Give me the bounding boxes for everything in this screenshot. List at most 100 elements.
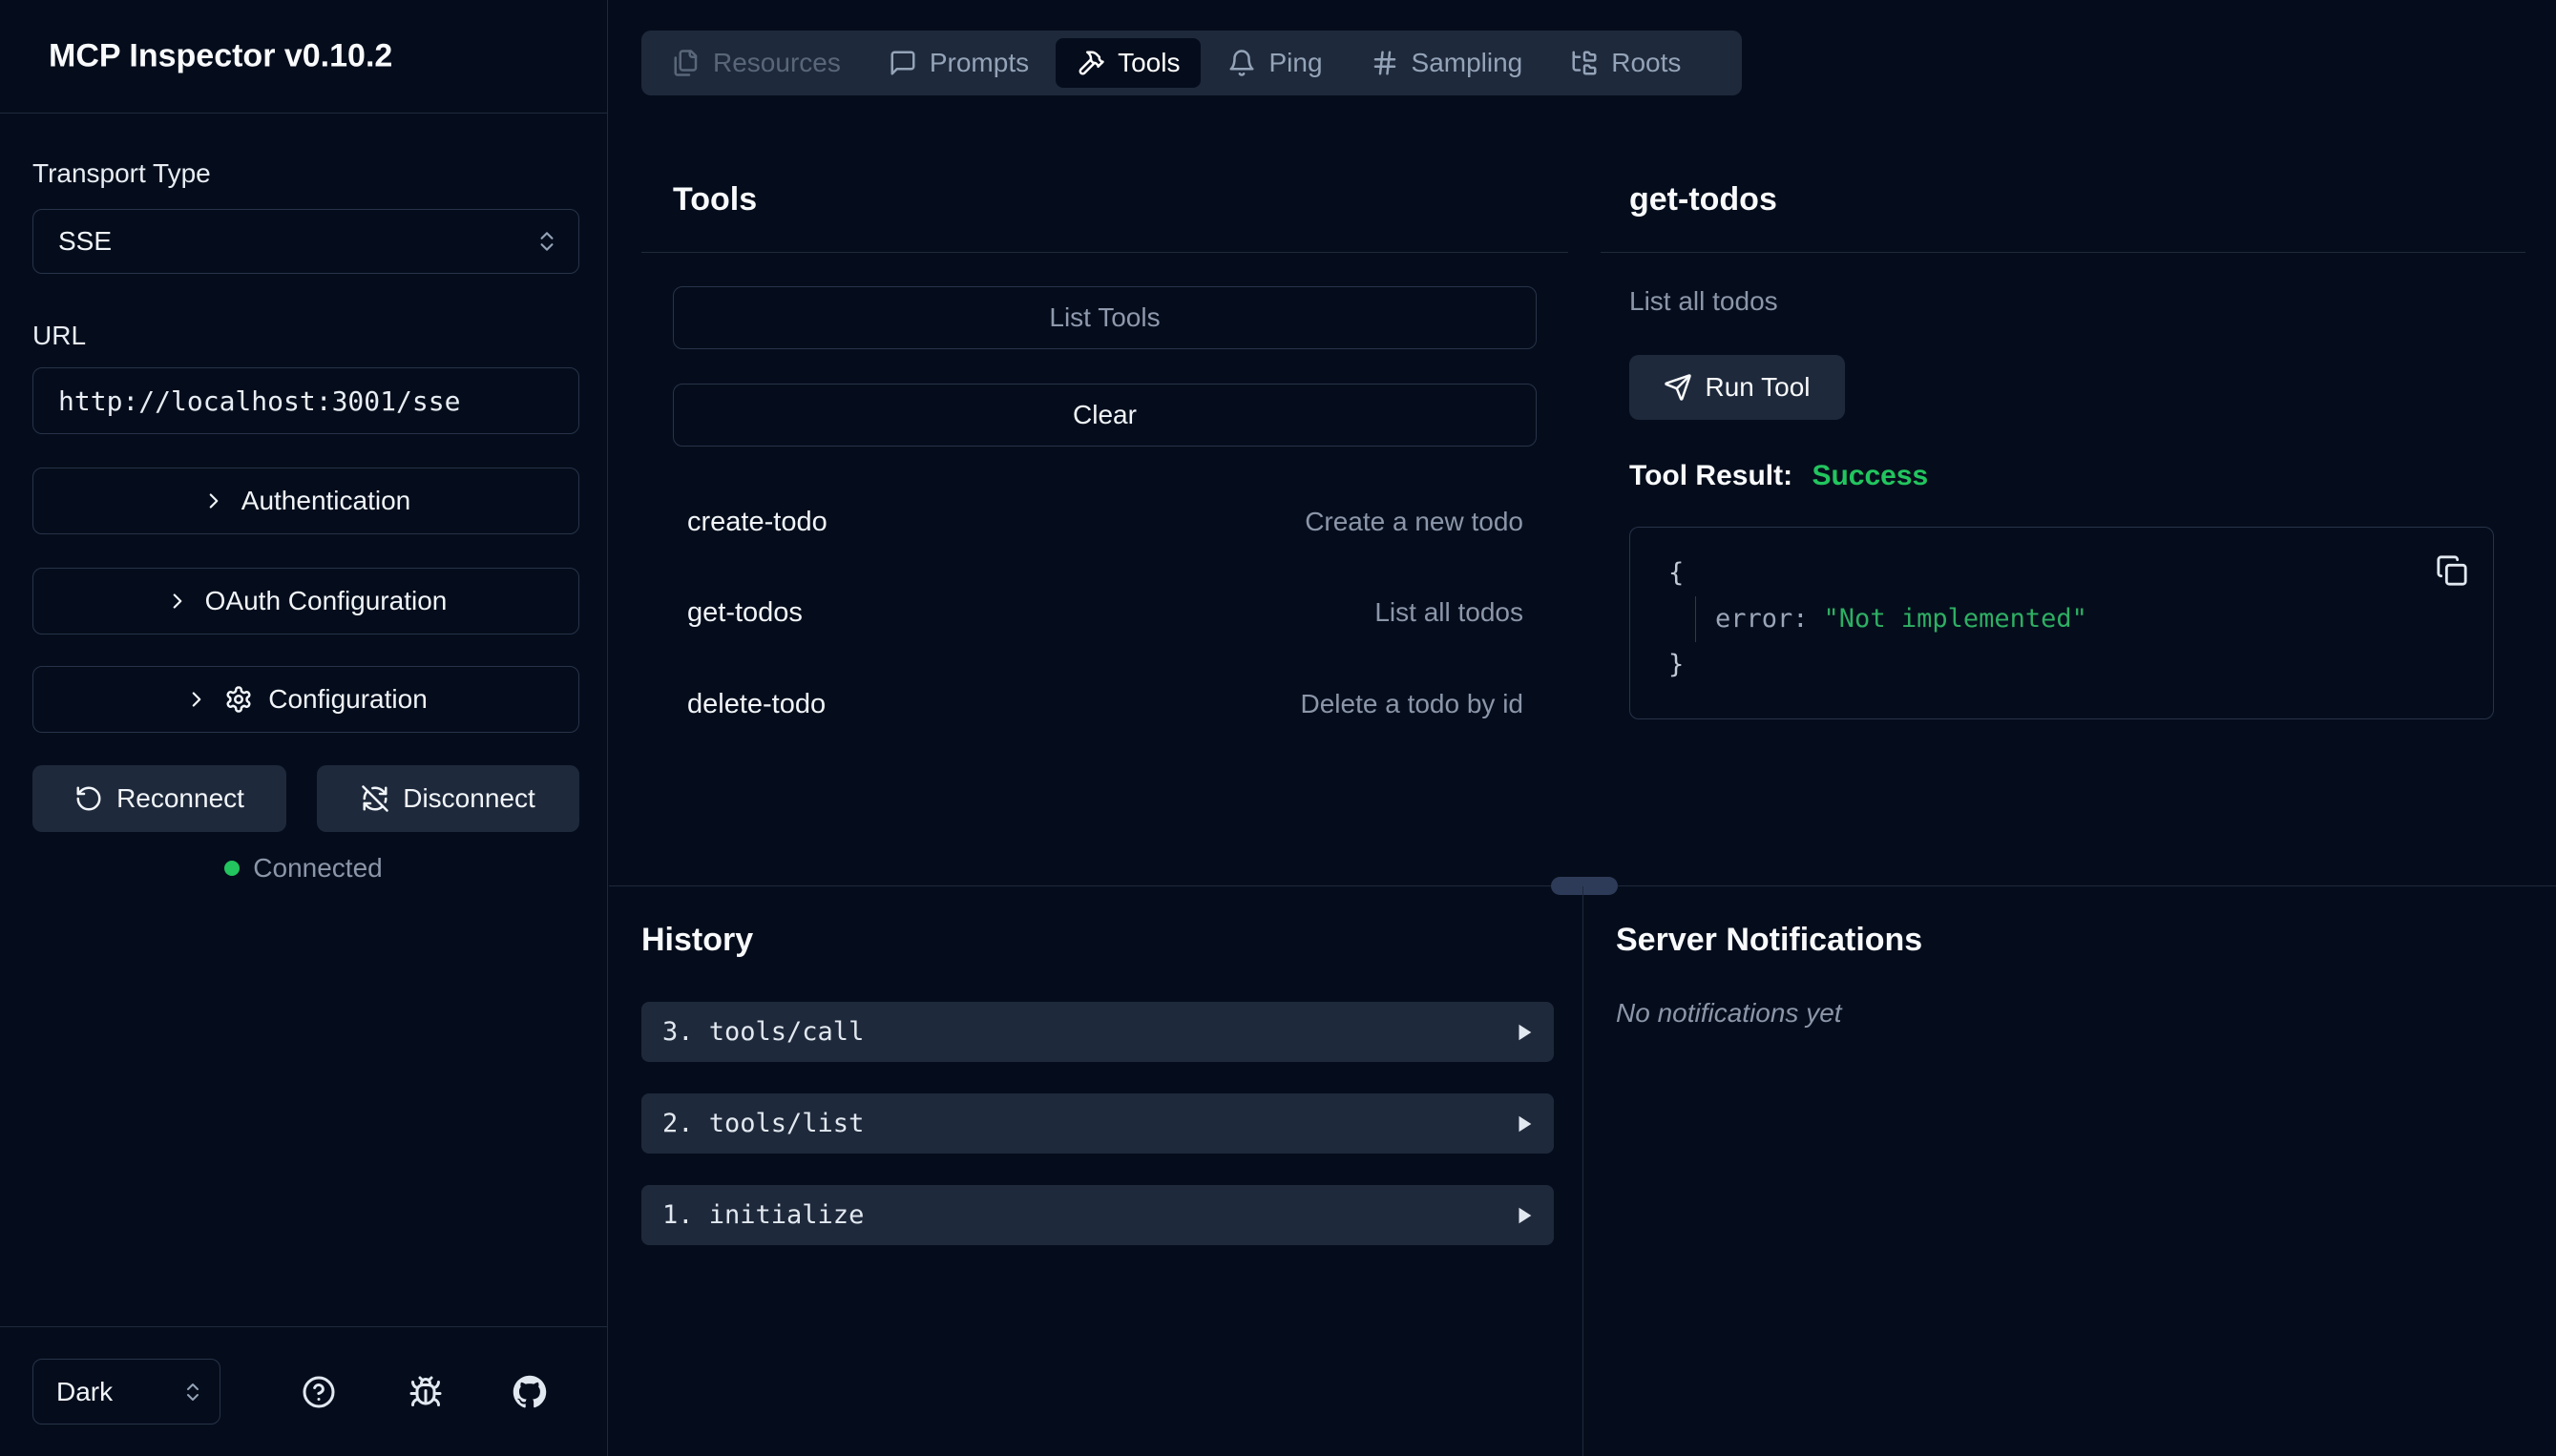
url-label: URL [32,321,86,351]
split-drag-handle[interactable] [1551,877,1618,895]
tab-resources-label: Resources [713,48,841,78]
disconnect-label: Disconnect [403,783,535,814]
expand-arrow-icon [1514,1113,1535,1134]
theme-value: Dark [56,1377,113,1407]
json-error-line: error: "Not implemented" [1695,596,2087,642]
tab-resources[interactable]: Resources [651,38,862,88]
json-key: error: [1715,604,1809,634]
tools-pane-divider [641,252,1568,253]
history-row-tools-call[interactable]: 3. tools/call [641,1002,1554,1062]
no-notifications-message: No notifications yet [1616,998,1842,1029]
json-close-brace: } [1668,642,2087,688]
tool-description: Delete a todo by id [1301,689,1524,719]
tool-name: delete-todo [687,689,826,720]
tab-roots[interactable]: Roots [1549,38,1702,88]
bell-icon [1227,49,1256,77]
chevrons-up-down-icon [534,229,559,254]
bottom-panes-divider [1582,886,1583,1456]
tab-ping-label: Ping [1268,48,1322,78]
configuration-expander[interactable]: Configuration [32,666,579,733]
reconnect-label: Reconnect [116,783,244,814]
connection-status: Connected [0,853,607,884]
chevron-right-icon [201,489,226,513]
tab-tools[interactable]: Tools [1056,38,1201,88]
chevron-right-icon [165,589,190,614]
tool-description: Create a new todo [1305,507,1523,537]
refresh-off-icon [361,784,389,813]
main-area: Resources Prompts Tools Ping [609,0,2556,1456]
tool-result-label: Tool Result: [1629,460,1792,491]
clear-button[interactable]: Clear [673,384,1537,447]
selected-tool-heading: get-todos [1629,181,1777,218]
transport-type-label: Transport Type [32,158,211,189]
files-icon [672,49,701,77]
oauth-configuration-expander[interactable]: OAuth Configuration [32,568,579,634]
history-row-tools-list[interactable]: 2. tools/list [641,1093,1554,1154]
tool-description: List all todos [1374,597,1523,628]
expand-arrow-icon [1514,1022,1535,1043]
tool-name: create-todo [687,507,828,538]
mcp-inspector-window: MCP Inspector v0.10.2 Transport Type SSE… [0,0,2556,1456]
app-title: MCP Inspector v0.10.2 [49,38,392,75]
tab-sampling[interactable]: Sampling [1350,38,1544,88]
detail-pane-divider [1601,252,2525,253]
help-icon[interactable] [302,1375,336,1409]
tool-row-get-todos[interactable]: get-todos List all todos [657,574,1554,651]
sidebar: MCP Inspector v0.10.2 Transport Type SSE… [0,0,608,1456]
folder-tree-icon [1570,49,1599,77]
hash-icon [1371,49,1399,77]
tool-result-line: Tool Result: Success [1629,460,1928,492]
tab-tools-label: Tools [1118,48,1180,78]
bug-icon[interactable] [409,1375,443,1409]
configuration-label: Configuration [268,684,428,715]
history-entry-label: 3. tools/call [662,1017,864,1047]
gear-icon [224,685,253,714]
history-entry-label: 1. initialize [662,1200,864,1230]
tab-sampling-label: Sampling [1412,48,1523,78]
history-heading: History [641,922,753,959]
chevrons-up-down-icon [181,1381,204,1404]
tab-bar: Resources Prompts Tools Ping [641,31,1742,95]
tab-ping[interactable]: Ping [1206,38,1343,88]
tool-row-delete-todo[interactable]: delete-todo Delete a todo by id [657,666,1554,742]
transport-type-value: SSE [58,226,112,257]
copy-icon[interactable] [2436,554,2468,587]
rotate-ccw-icon [74,784,103,813]
tool-result-json: { error: "Not implemented" } [1629,527,2494,719]
server-notifications-heading: Server Notifications [1616,922,1922,959]
json-value: "Not implemented" [1824,604,2087,634]
tab-prompts[interactable]: Prompts [868,38,1050,88]
oauth-configuration-label: OAuth Configuration [205,586,448,616]
theme-select[interactable]: Dark [32,1359,220,1425]
send-icon [1664,373,1692,402]
connected-label: Connected [253,853,382,884]
authentication-expander[interactable]: Authentication [32,468,579,534]
tab-prompts-label: Prompts [930,48,1029,78]
sidebar-footer: Dark [0,1326,607,1456]
sidebar-header: MCP Inspector v0.10.2 [0,0,607,114]
transport-type-select[interactable]: SSE [32,209,579,274]
tab-roots-label: Roots [1611,48,1681,78]
tool-name: get-todos [687,597,803,629]
tool-result-status: Success [1812,460,1928,491]
hammer-icon [1077,49,1105,77]
json-content: { error: "Not implemented" } [1668,551,2087,688]
json-open-brace: { [1668,551,2087,596]
history-row-initialize[interactable]: 1. initialize [641,1185,1554,1245]
tools-pane-heading: Tools [673,181,757,218]
run-tool-button[interactable]: Run Tool [1629,355,1845,420]
selected-tool-description: List all todos [1629,286,1778,317]
authentication-label: Authentication [241,486,410,516]
disconnect-button[interactable]: Disconnect [317,765,579,832]
chevron-right-icon [184,687,209,712]
reconnect-button[interactable]: Reconnect [32,765,286,832]
expand-arrow-icon [1514,1205,1535,1226]
connected-dot [224,861,240,876]
run-tool-label: Run Tool [1705,372,1810,403]
history-entry-label: 2. tools/list [662,1109,864,1138]
url-input[interactable] [32,367,579,434]
list-tools-button[interactable]: List Tools [673,286,1537,349]
tool-row-create-todo[interactable]: create-todo Create a new todo [657,484,1554,560]
message-square-icon [889,49,917,77]
github-icon[interactable] [513,1375,547,1409]
